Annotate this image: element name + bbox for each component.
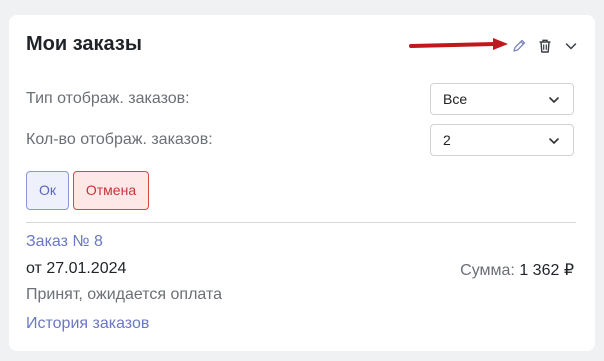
annotation-arrow bbox=[409, 38, 508, 50]
pencil-icon[interactable] bbox=[510, 37, 528, 55]
cancel-button[interactable]: Отмена bbox=[73, 171, 149, 210]
order-status: Принят, ожидается оплата bbox=[26, 286, 222, 303]
trash-icon[interactable] bbox=[536, 37, 554, 55]
order-date: от 27.01.2024 bbox=[26, 260, 127, 277]
order-sum-label: Сумма: bbox=[460, 262, 515, 279]
chevron-down-icon[interactable] bbox=[562, 37, 580, 55]
display-type-value: Все bbox=[443, 91, 468, 107]
display-count-label: Кол-во отображ. заказов: bbox=[26, 131, 213, 148]
display-type-select[interactable]: Все bbox=[430, 83, 574, 115]
order-history-link[interactable]: История заказов bbox=[26, 315, 149, 333]
order-link[interactable]: Заказ № 8 bbox=[26, 233, 103, 251]
widget-title: Мои заказы bbox=[26, 33, 142, 55]
ok-button[interactable]: Ок bbox=[26, 171, 69, 210]
order-sum: Сумма: 1 362 ₽ bbox=[460, 260, 574, 280]
display-count-value: 2 bbox=[443, 132, 451, 148]
divider bbox=[26, 222, 576, 223]
orders-widget: Мои заказы Тип отображ. заказов: Все Кол… bbox=[9, 15, 595, 351]
order-sum-value: 1 362 ₽ bbox=[519, 262, 574, 279]
chevron-down-icon bbox=[549, 97, 559, 103]
display-count-select[interactable]: 2 bbox=[430, 124, 574, 156]
display-type-label: Тип отображ. заказов: bbox=[26, 90, 190, 107]
chevron-down-icon bbox=[549, 138, 559, 144]
